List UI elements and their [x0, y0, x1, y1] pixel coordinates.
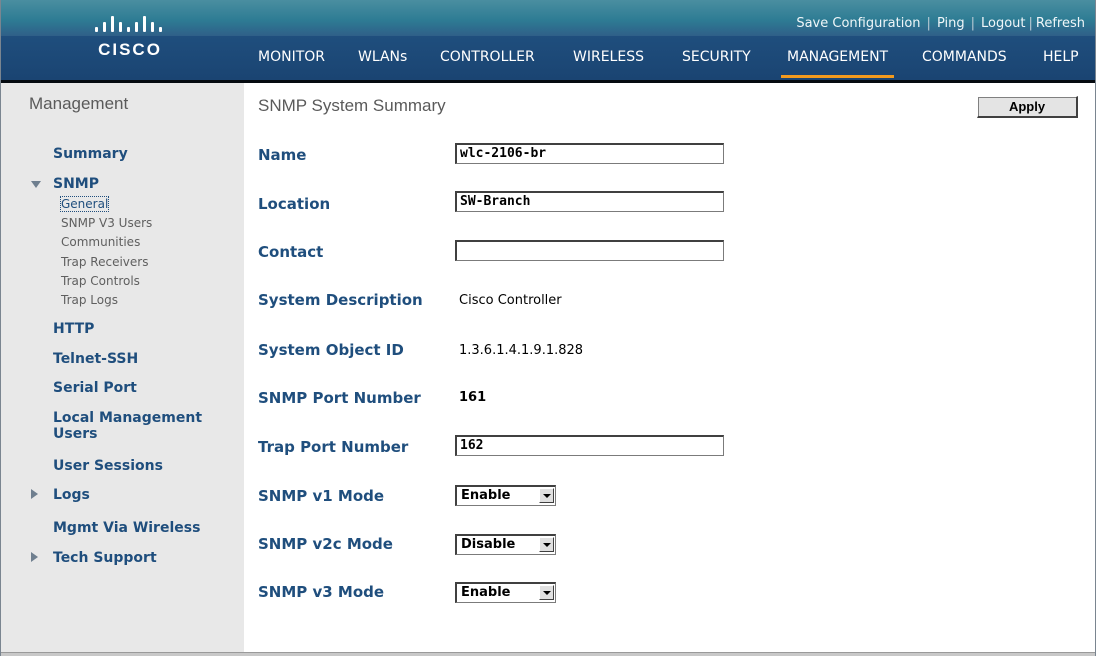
tab-help[interactable]: HELP [1043, 49, 1079, 79]
contact-input[interactable] [455, 240, 724, 261]
refresh-link[interactable]: Refresh [1036, 16, 1085, 31]
cisco-logo-bars-icon [95, 16, 165, 32]
sidebar-subitem-general[interactable]: General [59, 196, 110, 212]
sidebar-item-local-management-users[interactable]: Local Management Users [53, 410, 202, 442]
chevron-down-icon[interactable] [539, 488, 554, 503]
sidebar-subitem-trap-receivers[interactable]: Trap Receivers [61, 255, 148, 269]
sidebar-item-label: Local Management [53, 410, 203, 426]
page-title: SNMP System Summary [258, 96, 446, 115]
location-input[interactable]: SW-Branch [455, 191, 724, 212]
sidebar-item-tech-support[interactable]: Tech Support [53, 550, 157, 566]
contact-label: Contact [258, 243, 324, 261]
sidebar-item-telnet-ssh[interactable]: Telnet-SSH [53, 351, 138, 367]
chevron-down-icon[interactable] [539, 585, 554, 600]
sidebar-item-user-sessions[interactable]: User Sessions [53, 458, 163, 474]
expand-right-icon[interactable] [31, 489, 38, 499]
sidebar-subitem-trap-controls[interactable]: Trap Controls [61, 274, 140, 288]
sidebar-item-label: Users [53, 426, 98, 442]
tab-controller[interactable]: CONTROLLER [440, 49, 535, 79]
ping-link[interactable]: Ping [937, 16, 965, 31]
snmp-v1-mode-label: SNMP v1 Mode [258, 487, 385, 505]
sidebar-subitem-snmp-v3-users[interactable]: SNMP V3 Users [61, 216, 152, 230]
sidebar-subitem-communities[interactable]: Communities [61, 235, 140, 249]
snmp-port-number-value: 161 [459, 390, 487, 405]
tab-security[interactable]: SECURITY [682, 49, 751, 79]
tab-commands[interactable]: COMMANDS [922, 49, 1007, 79]
snmp-v2c-mode-label: SNMP v2c Mode [258, 535, 393, 553]
main-content: SNMP System Summary Apply Name wlc-2106-… [244, 83, 1095, 656]
trap-port-number-input[interactable]: 162 [455, 435, 724, 456]
cisco-logo: CISCO [85, 10, 175, 76]
expand-down-icon[interactable] [31, 181, 41, 188]
sidebar-item-summary[interactable]: Summary [53, 146, 128, 162]
snmp-v3-mode-label: SNMP v3 Mode [258, 583, 385, 601]
name-label: Name [258, 146, 307, 164]
snmp-v2c-mode-select[interactable]: Disable [455, 534, 556, 555]
header: CISCO Save Configuration | Ping | Logout | Ref… [1, 0, 1095, 83]
sidebar-item-mgmt-via-wireless[interactable]: Mgmt Via Wireless [53, 520, 200, 536]
apply-button[interactable]: Apply [977, 96, 1078, 118]
logout-link[interactable]: Logout [981, 16, 1026, 31]
snmp-v3-mode-select[interactable]: Enable [455, 582, 556, 603]
chevron-down-icon[interactable] [539, 537, 554, 552]
horizontal-scrollbar[interactable] [1, 652, 1095, 656]
save-configuration-link[interactable]: Save Configuration [796, 16, 920, 31]
snmp-v3-mode-value: Enable [461, 585, 511, 600]
utility-links: Save Configuration | Ping | Logout | Refresh [796, 16, 1085, 31]
snmp-v1-mode-value: Enable [461, 488, 511, 503]
sidebar-item-logs[interactable]: Logs [53, 487, 90, 503]
sidebar-subitem-trap-logs[interactable]: Trap Logs [61, 293, 118, 307]
sidebar-item-snmp[interactable]: SNMP [53, 176, 99, 192]
sidebar-title: Management [29, 94, 129, 113]
tab-monitor[interactable]: MONITOR [258, 49, 325, 79]
logo-wordmark: CISCO [98, 40, 162, 59]
system-description-value: Cisco Controller [459, 293, 562, 308]
location-label: Location [258, 195, 331, 213]
sidebar: Management Summary SNMP General SNMP V3 … [1, 83, 244, 656]
snmp-port-number-label: SNMP Port Number [258, 389, 421, 407]
tab-wlans[interactable]: WLANs [358, 49, 407, 79]
expand-right-icon[interactable] [31, 552, 38, 562]
snmp-v1-mode-select[interactable]: Enable [455, 485, 556, 506]
system-object-id-value: 1.3.6.1.4.1.9.1.828 [459, 343, 584, 358]
snmp-v2c-mode-value: Disable [461, 537, 516, 552]
trap-port-number-label: Trap Port Number [258, 438, 409, 456]
sidebar-item-http[interactable]: HTTP [53, 321, 94, 337]
tab-wireless[interactable]: WIRELESS [573, 49, 644, 79]
system-object-id-label: System Object ID [258, 341, 404, 359]
system-description-label: System Description [258, 291, 423, 309]
sidebar-item-serial-port[interactable]: Serial Port [53, 380, 137, 396]
name-input[interactable]: wlc-2106-br [455, 143, 724, 164]
tab-management[interactable]: MANAGEMENT [780, 49, 895, 79]
